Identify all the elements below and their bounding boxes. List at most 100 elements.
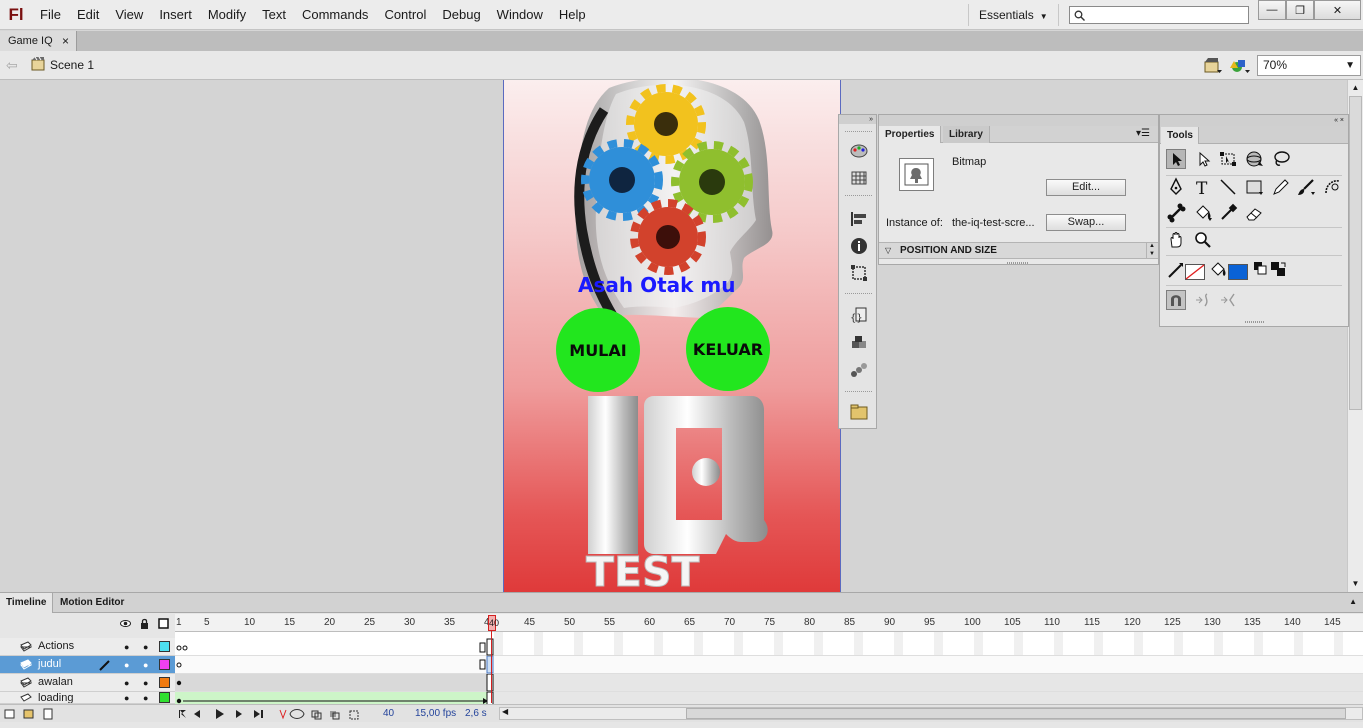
- horizontal-scrollbar[interactable]: ◀: [499, 707, 1363, 720]
- color-palette-icon[interactable]: [849, 141, 869, 161]
- visibility-dot[interactable]: ●: [124, 693, 129, 703]
- info-icon[interactable]: [849, 236, 869, 256]
- iq-test-bitmap[interactable]: TEST: [504, 80, 840, 592]
- eye-icon[interactable]: [120, 618, 131, 629]
- menu-commands[interactable]: Commands: [294, 0, 376, 30]
- playhead[interactable]: 40: [488, 615, 499, 631]
- exit-button[interactable]: KELUAR: [686, 307, 770, 391]
- frame-row-judul[interactable]: [175, 655, 1363, 674]
- frames-grid[interactable]: [175, 632, 1363, 704]
- eyedropper-tool-icon[interactable]: [1218, 203, 1238, 223]
- smooth-icon[interactable]: [1193, 290, 1213, 310]
- collapse-panel-icon[interactable]: « ×: [1160, 115, 1348, 126]
- menu-view[interactable]: View: [107, 0, 151, 30]
- collapse-panel-icon[interactable]: ▲: [1349, 597, 1357, 606]
- tab-tools[interactable]: Tools: [1161, 127, 1199, 144]
- layer-row-judul[interactable]: judul ● ●: [0, 656, 175, 674]
- subselection-tool-icon[interactable]: [1193, 149, 1213, 169]
- scroll-up-icon[interactable]: ▲: [1348, 80, 1363, 96]
- swap-colors-icon[interactable]: [1269, 260, 1289, 280]
- layer-outline-color[interactable]: [159, 641, 170, 652]
- layer-outline-color[interactable]: [159, 659, 170, 670]
- restore-button[interactable]: ❐: [1286, 0, 1314, 20]
- help-search-box[interactable]: [1069, 6, 1249, 24]
- frame-rate-value[interactable]: 15,00 fps: [415, 708, 456, 719]
- project-folder-icon[interactable]: [849, 402, 869, 422]
- paint-bucket-tool-icon[interactable]: [1193, 203, 1213, 223]
- swatches-grid-icon[interactable]: [849, 168, 869, 188]
- fill-color-icon[interactable]: [1208, 260, 1228, 280]
- start-button[interactable]: MULAI: [556, 308, 640, 392]
- hand-tool-icon[interactable]: [1166, 230, 1186, 250]
- pen-tool-icon[interactable]: [1166, 177, 1186, 197]
- visibility-dot[interactable]: ●: [124, 660, 129, 670]
- menu-insert[interactable]: Insert: [151, 0, 200, 30]
- playback-controls[interactable]: [178, 708, 268, 720]
- workspace-switcher[interactable]: Essentials ▼: [968, 4, 1059, 26]
- align-icon[interactable]: [849, 209, 869, 229]
- minimize-button[interactable]: —: [1258, 0, 1286, 20]
- search-input[interactable]: [1089, 8, 1239, 22]
- current-frame-value[interactable]: 40: [383, 708, 394, 719]
- frame-ruler[interactable]: 1510152025303540455055606570758085909510…: [175, 614, 1363, 632]
- visibility-dot[interactable]: ●: [124, 678, 129, 688]
- expand-panels-icon[interactable]: »: [839, 115, 876, 124]
- lock-dot[interactable]: ●: [143, 642, 148, 652]
- vertical-scrollbar[interactable]: ▲ ▼: [1347, 80, 1363, 592]
- layer-outline-color[interactable]: [159, 692, 170, 703]
- properties-scroll-icon[interactable]: ▲ ▼: [1146, 242, 1157, 259]
- 3d-rotation-tool-icon[interactable]: [1244, 149, 1264, 169]
- stroke-color-icon[interactable]: [1166, 260, 1186, 280]
- onion-skin-controls[interactable]: [278, 708, 370, 720]
- scroll-thumb[interactable]: [686, 708, 1346, 719]
- selection-tool-icon[interactable]: [1166, 149, 1186, 169]
- snap-to-objects-icon[interactable]: [1166, 290, 1186, 310]
- tab-timeline[interactable]: Timeline: [0, 593, 54, 613]
- transform-icon[interactable]: [849, 263, 869, 283]
- straighten-icon[interactable]: [1218, 290, 1238, 310]
- position-size-section[interactable]: ▽ POSITION AND SIZE: [879, 242, 1158, 259]
- tab-properties[interactable]: Properties: [879, 126, 942, 143]
- swap-button[interactable]: Swap...: [1046, 214, 1126, 231]
- lock-icon[interactable]: [139, 618, 150, 629]
- code-snippets-icon[interactable]: {}: [849, 305, 869, 325]
- zoom-tool-icon[interactable]: [1193, 230, 1213, 250]
- eraser-tool-icon[interactable]: [1244, 203, 1264, 223]
- frame-row-actions[interactable]: [175, 638, 1363, 656]
- menu-debug[interactable]: Debug: [434, 0, 488, 30]
- menu-edit[interactable]: Edit: [69, 0, 107, 30]
- frame-row-loading[interactable]: [175, 691, 1363, 704]
- components-icon[interactable]: [849, 333, 869, 353]
- lock-dot[interactable]: ●: [143, 660, 148, 670]
- visibility-dot[interactable]: ●: [124, 642, 129, 652]
- edit-symbol-icon[interactable]: [1230, 57, 1252, 75]
- scroll-left-icon[interactable]: ◀: [502, 707, 508, 716]
- close-tab-icon[interactable]: ×: [62, 31, 69, 51]
- pencil-tool-icon[interactable]: [1271, 177, 1291, 197]
- layer-row-loading[interactable]: loading ● ●: [0, 692, 175, 704]
- menu-modify[interactable]: Modify: [200, 0, 254, 30]
- scroll-down-icon[interactable]: ▼: [1348, 576, 1363, 592]
- motion-presets-icon[interactable]: [849, 360, 869, 380]
- rectangle-tool-icon[interactable]: [1244, 177, 1264, 197]
- lock-dot[interactable]: ●: [143, 693, 148, 703]
- layer-outline-color[interactable]: [159, 677, 170, 688]
- frame-row-awalan[interactable]: [175, 673, 1363, 692]
- stroke-swatch[interactable]: [1185, 262, 1205, 282]
- free-transform-tool-icon[interactable]: [1218, 149, 1238, 169]
- menu-window[interactable]: Window: [489, 0, 551, 30]
- deco-tool-icon[interactable]: [1322, 177, 1342, 197]
- lasso-tool-icon[interactable]: [1271, 149, 1291, 169]
- outline-icon[interactable]: [158, 618, 169, 629]
- stage[interactable]: TEST Asah Otak mu MULAI KELUAR: [503, 80, 841, 592]
- text-tool-icon[interactable]: T: [1193, 177, 1213, 197]
- tab-motion-editor[interactable]: Motion Editor: [54, 593, 130, 613]
- fill-swatch[interactable]: [1228, 262, 1248, 282]
- menu-help[interactable]: Help: [551, 0, 594, 30]
- bone-tool-icon[interactable]: [1166, 203, 1186, 223]
- line-tool-icon[interactable]: [1218, 177, 1238, 197]
- brush-tool-icon[interactable]: [1296, 177, 1316, 197]
- panel-menu-icon[interactable]: ▾☰: [1136, 128, 1150, 139]
- lock-dot[interactable]: ●: [143, 678, 148, 688]
- edit-scene-icon[interactable]: [1203, 57, 1223, 75]
